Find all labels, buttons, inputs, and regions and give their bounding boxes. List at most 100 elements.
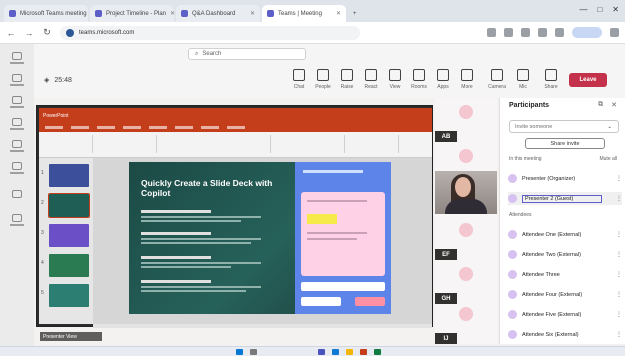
card-line: [307, 238, 357, 240]
url-field[interactable]: teams.microsoft.com: [60, 25, 360, 40]
browser-tab-1[interactable]: Microsoft Teams meeting✕: [4, 5, 88, 22]
slide-thumbnail[interactable]: [49, 164, 89, 187]
participant-tile[interactable]: IJ: [435, 300, 497, 344]
in-meeting-header[interactable]: In this meeting: [509, 156, 542, 162]
participant-tile[interactable]: AB: [435, 98, 497, 142]
pop-out-icon[interactable]: ⧉: [598, 101, 603, 109]
participant-row[interactable]: Attendee Four (External) ⋮: [508, 288, 622, 301]
excel-icon[interactable]: [374, 349, 381, 355]
extension-icon[interactable]: [487, 28, 496, 37]
extension-icon[interactable]: [504, 28, 513, 37]
participant-tile[interactable]: EF: [435, 216, 497, 260]
ribbon-tab[interactable]: [123, 126, 141, 129]
react-button[interactable]: React: [360, 69, 382, 93]
raise-hand-button[interactable]: Raise: [336, 69, 358, 93]
rooms-button[interactable]: Rooms: [408, 69, 430, 93]
more-options-icon[interactable]: ⋮: [616, 311, 622, 318]
minimize-icon[interactable]: —: [579, 5, 587, 14]
slide-thumbnail[interactable]: [49, 284, 89, 307]
ribbon-tab[interactable]: [149, 126, 167, 129]
rail-files[interactable]: [8, 162, 26, 176]
powerpoint-icon[interactable]: [360, 349, 367, 355]
active-speaker-video[interactable]: [435, 171, 497, 214]
ribbon-tab[interactable]: [227, 126, 245, 129]
rail-activity[interactable]: [8, 52, 26, 66]
share-invite-label: Share invite: [550, 140, 580, 147]
close-tab-icon[interactable]: ✕: [250, 10, 255, 17]
current-slide[interactable]: Quickly Create a Slide Deck with Copilot: [129, 162, 391, 314]
more-options-icon[interactable]: ⋮: [616, 175, 622, 182]
site-info-icon[interactable]: [66, 28, 74, 37]
teams-app-icon[interactable]: [318, 349, 325, 355]
close-tab-icon[interactable]: ✕: [336, 10, 341, 17]
people-button[interactable]: People: [312, 69, 334, 93]
invite-input[interactable]: Invite someone ⌄: [509, 120, 619, 133]
back-icon[interactable]: ←: [6, 28, 16, 38]
participant-row[interactable]: Attendee Two (External) ⋮: [508, 248, 622, 261]
start-icon[interactable]: [236, 349, 243, 355]
participant-row[interactable]: Attendee Three ⋮: [508, 268, 622, 281]
participant-row[interactable]: Presenter (Organizer) ⋮: [508, 172, 622, 185]
slide-thumbnail[interactable]: [49, 224, 89, 247]
more-options-icon[interactable]: ⋮: [616, 195, 622, 202]
favorites-icon[interactable]: [538, 28, 547, 37]
shared-content-stage: PowerPoint 1 2 3 4 5 Quickly Create a Sl…: [36, 105, 433, 328]
teams-icon: [12, 96, 22, 104]
rail-chat[interactable]: [8, 74, 26, 88]
more-options-icon[interactable]: ⋮: [616, 271, 622, 278]
mic-button[interactable]: Mic: [512, 69, 534, 93]
ribbon-tab[interactable]: [97, 126, 115, 129]
more-options-icon[interactable]: ⋮: [616, 331, 622, 338]
ribbon-tab[interactable]: [201, 126, 219, 129]
ribbon-tab[interactable]: [45, 126, 63, 129]
browser-menu-icon[interactable]: [610, 28, 619, 37]
rail-calls[interactable]: [8, 140, 26, 154]
more-options-icon[interactable]: ⋮: [616, 231, 622, 238]
more-button[interactable]: More: [456, 69, 478, 93]
ribbon-tab[interactable]: [175, 126, 193, 129]
attendees-header[interactable]: Attendees: [509, 212, 532, 218]
forward-icon[interactable]: →: [24, 28, 34, 38]
leave-button[interactable]: Leave: [569, 73, 607, 87]
view-button[interactable]: View: [384, 69, 406, 93]
reload-icon[interactable]: ↻: [42, 27, 52, 38]
chat-label: Chat: [293, 84, 305, 90]
participant-row[interactable]: Attendee One (External) ⋮: [508, 228, 622, 241]
ribbon-tab[interactable]: [71, 126, 89, 129]
more-options-icon[interactable]: ⋮: [616, 251, 622, 258]
more-options-icon[interactable]: ⋮: [616, 291, 622, 298]
search-icon[interactable]: [250, 349, 257, 355]
folder-icon[interactable]: [346, 349, 353, 355]
rail-more[interactable]: [8, 190, 26, 204]
participant-row[interactable]: Attendee Five (External) ⋮: [508, 308, 622, 321]
edge-icon[interactable]: [332, 349, 339, 355]
apps-button[interactable]: Apps: [432, 69, 454, 93]
share-invite-button[interactable]: Share invite: [525, 138, 605, 149]
close-tab-icon[interactable]: ✕: [170, 10, 174, 17]
rail-apps[interactable]: [8, 214, 26, 228]
tab-label: Project Timeline - Plan: [106, 10, 167, 17]
profile-button[interactable]: [572, 27, 602, 38]
slide-thumbnail[interactable]: [48, 193, 90, 218]
collections-icon[interactable]: [555, 28, 564, 37]
close-window-icon[interactable]: ✕: [612, 5, 619, 14]
browser-tab-3[interactable]: Q&A Dashboard ✕: [176, 5, 260, 22]
thumb-number: 2: [41, 200, 44, 206]
share-button[interactable]: Share: [540, 69, 562, 93]
browser-tab-2[interactable]: Project Timeline - Plan ✕: [90, 5, 174, 22]
teams-search-input[interactable]: ⌕ Search: [188, 48, 306, 60]
camera-button[interactable]: Camera: [486, 69, 508, 93]
new-tab-button[interactable]: +: [348, 5, 362, 22]
extension-icon[interactable]: [521, 28, 530, 37]
slide-thumbnail[interactable]: [49, 254, 89, 277]
participant-row[interactable]: Attendee Six (External) ⋮: [508, 328, 622, 341]
participant-tile[interactable]: GH: [435, 260, 497, 304]
participant-row[interactable]: Presenter 2 (Guest) ⋮: [508, 192, 622, 205]
rail-teams[interactable]: [8, 96, 26, 110]
chat-button[interactable]: Chat: [288, 69, 310, 93]
mute-all-button[interactable]: Mute all: [599, 156, 617, 162]
browser-tab-4[interactable]: Teams | Meeting ✕: [262, 5, 346, 22]
rail-calendar[interactable]: [8, 118, 26, 132]
close-icon[interactable]: ✕: [611, 101, 617, 109]
maximize-icon[interactable]: □: [597, 5, 602, 14]
